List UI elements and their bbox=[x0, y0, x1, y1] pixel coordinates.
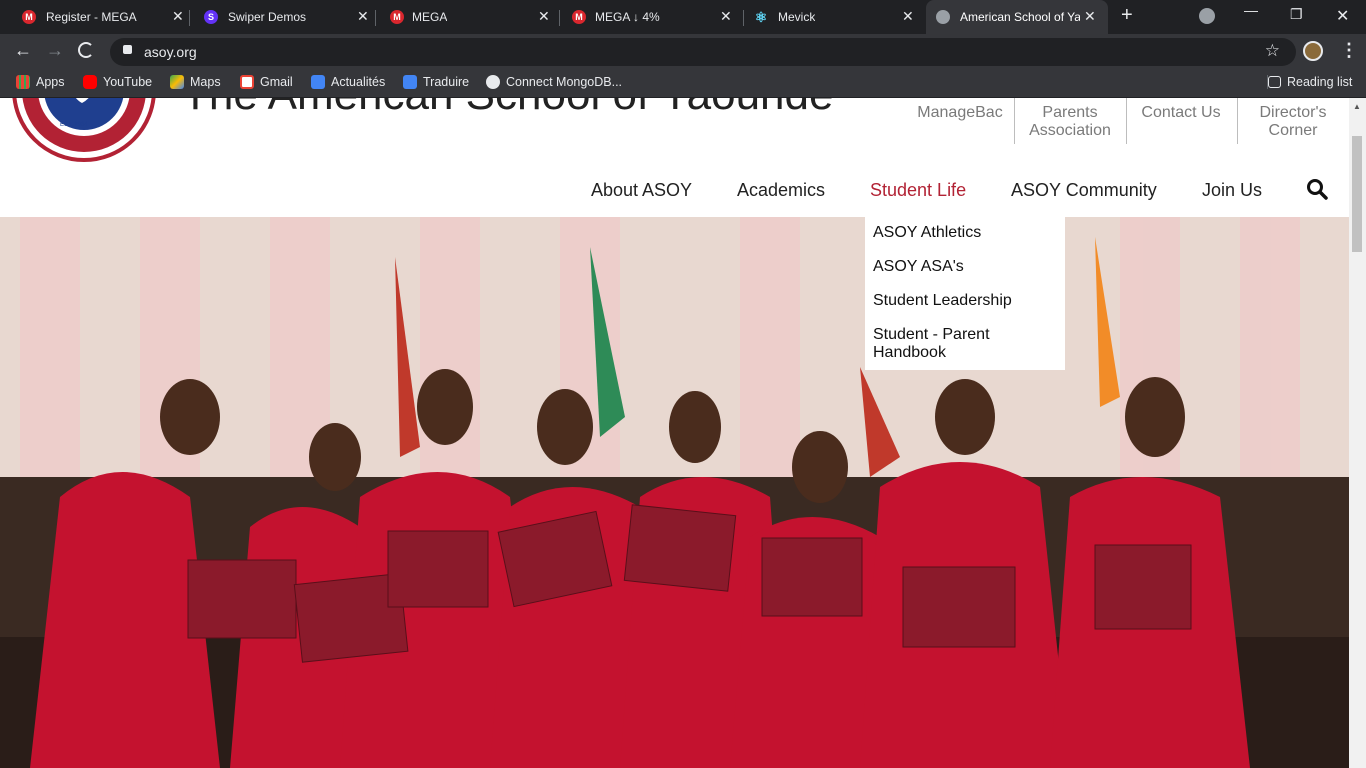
close-icon[interactable]: ✕ bbox=[902, 8, 914, 25]
reading-list-icon bbox=[1268, 76, 1281, 88]
school-logo[interactable] bbox=[12, 98, 156, 162]
top-link-parents-association[interactable]: Parents Association bbox=[1016, 104, 1124, 140]
avatar[interactable] bbox=[1303, 41, 1323, 61]
nav-join-us[interactable]: Join Us bbox=[1202, 180, 1262, 201]
close-icon[interactable]: ✕ bbox=[172, 8, 184, 25]
logo-est: EST. 1964 bbox=[60, 122, 88, 128]
nav-asoy-community[interactable]: ASOY Community bbox=[1011, 180, 1157, 201]
restore-icon[interactable]: ❐ bbox=[1290, 6, 1303, 23]
bookmark-label: Gmail bbox=[260, 75, 293, 89]
mega-icon: M bbox=[22, 10, 36, 24]
back-icon[interactable]: ← bbox=[14, 40, 32, 61]
gmail-icon bbox=[240, 75, 254, 89]
bookmark-mongodb[interactable]: Connect MongoDB... bbox=[486, 75, 622, 89]
top-link-managebac[interactable]: ManageBac bbox=[904, 104, 1016, 122]
tab-title: Mevick bbox=[778, 10, 816, 24]
star-icon[interactable]: ☆ bbox=[1265, 41, 1280, 61]
tab-mevick[interactable]: ⚛ Mevick ✕ bbox=[744, 0, 926, 34]
bookmark-gmail[interactable]: Gmail bbox=[240, 75, 293, 89]
scrollbar-thumb[interactable] bbox=[1352, 136, 1362, 252]
page-scrollbar[interactable]: ▲ bbox=[1349, 98, 1366, 768]
tab-title: MEGA bbox=[412, 10, 448, 24]
site-title: The American School of Yaounde bbox=[182, 98, 833, 120]
bookmark-traduire[interactable]: Traduire bbox=[403, 75, 469, 89]
tab-swiper-demos[interactable]: S Swiper Demos ✕ bbox=[190, 0, 376, 34]
bookmark-label: Connect MongoDB... bbox=[506, 75, 623, 89]
address-bar[interactable]: asoy.org ☆ bbox=[110, 38, 1296, 66]
tab-title: Register - MEGA bbox=[46, 10, 137, 24]
student-life-dropdown: ASOY Athletics ASOY ASA's Student Leader… bbox=[865, 216, 1065, 370]
loading-icon[interactable] bbox=[78, 42, 94, 58]
tab-search-icon[interactable] bbox=[1199, 8, 1215, 24]
apps-grid-icon bbox=[16, 75, 30, 89]
hero-image bbox=[0, 217, 1349, 768]
top-link-directors-corner[interactable]: Director's Corner bbox=[1240, 104, 1346, 140]
tab-title: Swiper Demos bbox=[228, 10, 307, 24]
mega-icon: M bbox=[572, 10, 586, 24]
close-icon[interactable]: ✕ bbox=[720, 8, 732, 25]
dropdown-item-asoy-asas[interactable]: ASOY ASA's bbox=[873, 258, 964, 276]
dropdown-item-student-leadership[interactable]: Student Leadership bbox=[873, 292, 1012, 310]
bookmarks-bar: Apps YouTube Maps Gmail Actualités Tradu… bbox=[0, 70, 1366, 98]
dropdown-item-student-parent-handbook[interactable]: Student - Parent Handbook bbox=[873, 326, 990, 362]
bookmark-apps[interactable]: Apps bbox=[16, 75, 65, 89]
bookmark-label: Apps bbox=[36, 75, 65, 89]
mega-icon: M bbox=[390, 10, 404, 24]
youtube-icon bbox=[83, 75, 97, 89]
bookmark-label: YouTube bbox=[103, 75, 153, 89]
webpage: EST. 1964 The American School of Yaounde… bbox=[0, 98, 1349, 768]
bookmark-label: Actualités bbox=[331, 75, 386, 89]
maps-icon bbox=[170, 75, 184, 89]
translate-icon bbox=[403, 75, 417, 89]
nav-about-asoy[interactable]: About ASOY bbox=[591, 180, 692, 201]
new-tab-button[interactable]: + bbox=[1121, 4, 1133, 27]
reading-list-label: Reading list bbox=[1287, 75, 1353, 89]
tab-strip: M Register - MEGA ✕ S Swiper Demos ✕ M M… bbox=[0, 0, 1366, 34]
menu-icon[interactable]: ⋮ bbox=[1340, 40, 1358, 61]
globe-icon bbox=[936, 10, 950, 24]
bookmark-maps[interactable]: Maps bbox=[170, 75, 221, 89]
search-icon[interactable] bbox=[1306, 178, 1328, 200]
swiper-icon: S bbox=[204, 10, 218, 24]
news-icon bbox=[311, 75, 325, 89]
tab-american-school[interactable]: American School of Ya ✕ bbox=[926, 0, 1108, 34]
nav-academics[interactable]: Academics bbox=[737, 180, 825, 201]
close-icon[interactable]: ✕ bbox=[1084, 8, 1096, 25]
reading-list-button[interactable]: Reading list bbox=[1267, 75, 1352, 89]
tab-title: MEGA ↓ 4% bbox=[595, 10, 660, 24]
dropdown-item-asoy-athletics[interactable]: ASOY Athletics bbox=[873, 224, 981, 242]
forward-icon[interactable]: → bbox=[46, 40, 64, 61]
top-link-contact-us[interactable]: Contact Us bbox=[1128, 104, 1234, 122]
tab-title: American School of Ya bbox=[960, 10, 1080, 24]
close-window-icon[interactable]: ✕ bbox=[1336, 6, 1349, 26]
browser-toolbar: ← → asoy.org ☆ ⋮ bbox=[0, 34, 1366, 70]
nav-student-life[interactable]: Student Life bbox=[870, 180, 966, 201]
lock-icon[interactable] bbox=[123, 45, 132, 54]
bookmark-youtube[interactable]: YouTube bbox=[83, 75, 152, 89]
react-icon: ⚛ bbox=[754, 8, 768, 25]
bookmark-label: Traduire bbox=[423, 75, 470, 89]
close-icon[interactable]: ✕ bbox=[538, 8, 550, 25]
minimize-icon[interactable]: — bbox=[1244, 2, 1258, 18]
globe-icon bbox=[486, 75, 500, 89]
bookmark-actualites[interactable]: Actualités bbox=[311, 75, 385, 89]
tab-register-mega[interactable]: M Register - MEGA ✕ bbox=[0, 0, 190, 34]
scroll-up-icon[interactable]: ▲ bbox=[1353, 102, 1361, 111]
url-text[interactable]: asoy.org bbox=[144, 44, 197, 60]
close-icon[interactable]: ✕ bbox=[357, 8, 369, 25]
tab-mega[interactable]: M MEGA ✕ bbox=[376, 0, 560, 34]
bookmark-label: Maps bbox=[190, 75, 221, 89]
tab-mega-download[interactable]: M MEGA ↓ 4% ✕ bbox=[560, 0, 744, 34]
